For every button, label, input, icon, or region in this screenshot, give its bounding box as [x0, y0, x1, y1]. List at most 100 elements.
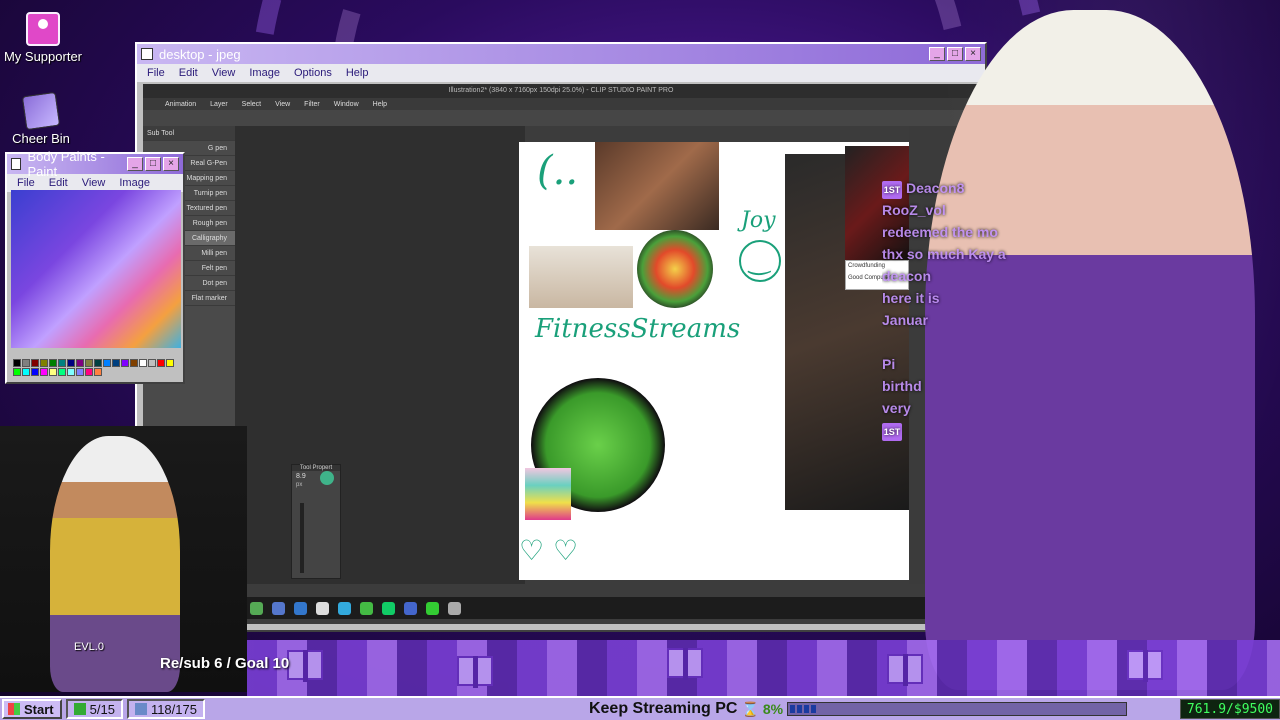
palette-swatch[interactable] — [67, 359, 75, 367]
game-icon[interactable] — [360, 601, 373, 615]
palette-swatch[interactable] — [76, 368, 84, 376]
palette-swatch[interactable] — [13, 368, 21, 376]
palette-swatch[interactable] — [157, 359, 165, 367]
smiley-icon: ‿ — [739, 240, 781, 282]
palette-swatch[interactable] — [94, 359, 102, 367]
palette-swatch[interactable] — [94, 368, 102, 376]
palette-swatch[interactable] — [49, 368, 57, 376]
palette-swatch[interactable] — [148, 359, 156, 367]
cheer-bin-shortcut[interactable]: Cheer Bin — [0, 91, 86, 146]
csp-menu-view[interactable]: View — [275, 101, 290, 108]
more-icon[interactable] — [448, 601, 461, 615]
shortcut-label: Cheer Bin — [12, 131, 70, 146]
spotify-icon[interactable] — [382, 601, 395, 615]
palette-swatch[interactable] — [40, 368, 48, 376]
palette-swatch[interactable] — [67, 368, 75, 376]
csp-menu-help[interactable]: Help — [373, 101, 387, 108]
menu-help[interactable]: Help — [346, 67, 369, 79]
canvas-scribble: (.. — [537, 148, 579, 194]
palette-swatch[interactable] — [40, 359, 48, 367]
photo-yoga — [529, 246, 633, 308]
minimize-button[interactable]: _ — [127, 157, 143, 171]
chat-line: very — [882, 400, 1022, 422]
sheet-icon[interactable] — [250, 601, 263, 615]
paint-menu-edit[interactable]: Edit — [49, 177, 68, 189]
csp-menu-layer[interactable]: Layer — [210, 101, 228, 108]
size-slider[interactable] — [300, 503, 304, 573]
chat-line: Januar — [882, 312, 1022, 334]
palette-swatch[interactable] — [121, 359, 129, 367]
palette-swatch[interactable] — [130, 359, 138, 367]
menu-options[interactable]: Options — [294, 67, 332, 79]
tool-property-popup[interactable]: Tool Propert 8.9 px — [291, 464, 341, 579]
palette-swatch[interactable] — [13, 359, 21, 367]
paint-icon — [11, 158, 22, 170]
maximize-button[interactable]: □ — [145, 157, 161, 171]
menu-view[interactable]: View — [212, 67, 236, 79]
photos-icon[interactable] — [294, 601, 307, 615]
money-counter: 761.9/$9500 — [1179, 699, 1280, 719]
subtool-header: Sub Tool — [143, 126, 235, 141]
paint-menu-view[interactable]: View — [82, 177, 106, 189]
gift-icon — [667, 648, 703, 680]
subs-counter: 5/15 — [65, 699, 123, 719]
chat-line: here it is — [882, 290, 1022, 312]
menu-file[interactable]: File — [147, 67, 165, 79]
obs-icon[interactable] — [316, 601, 329, 615]
paint-menu-file[interactable]: File — [17, 177, 35, 189]
palette-swatch[interactable] — [22, 359, 30, 367]
palette-swatch[interactable] — [112, 359, 120, 367]
shortcut-label: My Supporter — [3, 49, 83, 64]
palette-swatch[interactable] — [31, 368, 39, 376]
paint-menu-image[interactable]: Image — [119, 177, 150, 189]
chat-line: redeemed the mo — [882, 224, 1022, 246]
viewer-titlebar[interactable]: desktop - jpeg _ □ × — [137, 44, 985, 64]
color-palette — [13, 359, 179, 376]
palette-swatch[interactable] — [85, 368, 93, 376]
menu-edit[interactable]: Edit — [179, 67, 198, 79]
canvas-text-joy: Joy — [741, 208, 776, 233]
close-button[interactable]: × — [163, 157, 179, 171]
palette-swatch[interactable] — [76, 359, 84, 367]
start-button[interactable]: Start — [2, 699, 62, 719]
chat-line: Pi — [882, 356, 1022, 378]
paint-title: Body Paints - Paint — [27, 149, 105, 179]
stream-taskbar: Start 5/15 118/175 Keep Streaming PC ⌛ 8… — [0, 696, 1280, 720]
chat-text: Pi — [882, 356, 896, 372]
palette-swatch[interactable] — [22, 368, 30, 376]
menu-image[interactable]: Image — [249, 67, 280, 79]
viewer-image-area: Illustration2* (3840 x 7160px 150dpi 25.… — [143, 84, 979, 624]
palette-swatch[interactable] — [166, 359, 174, 367]
paint-window: Body Paints - Paint _ □ × File Edit View… — [5, 149, 185, 384]
palette-swatch[interactable] — [49, 359, 57, 367]
canvas-text-fitness: FitnessStreams — [535, 314, 741, 344]
sub-goal-label: Re/sub 6 / Goal 10 — [160, 655, 290, 672]
csp-menu-window[interactable]: Window — [334, 101, 359, 108]
drawing-canvas[interactable]: (.. Joy ‿ FitnessStreams Crowdfunding Go… — [519, 142, 909, 580]
palette-swatch[interactable] — [58, 359, 66, 367]
excel-icon[interactable] — [426, 601, 439, 615]
chat-text: redeemed the mo — [882, 224, 998, 240]
paint-titlebar[interactable]: Body Paints - Paint _ □ × — [7, 149, 183, 179]
palette-swatch[interactable] — [31, 359, 39, 367]
chat-text: here it is — [882, 290, 940, 306]
goal-progress-bar — [787, 702, 1128, 716]
settings-icon[interactable] — [338, 601, 351, 615]
first-badge-icon: 1ST — [882, 181, 902, 199]
palette-swatch[interactable] — [85, 359, 93, 367]
goal-percent: 8% — [762, 701, 784, 717]
chat-text: Januar — [882, 312, 928, 328]
palette-swatch[interactable] — [103, 359, 111, 367]
my-supporter-shortcut[interactable]: My Supporter — [0, 12, 88, 64]
discord-icon[interactable] — [272, 601, 285, 615]
progress-fill — [790, 705, 817, 713]
viewer-menubar: File Edit View Image Options Help — [137, 64, 985, 82]
gift-icon — [457, 656, 493, 688]
webcam-left — [0, 426, 247, 692]
photoshop-icon[interactable] — [404, 601, 417, 615]
csp-menu-filter[interactable]: Filter — [304, 101, 320, 108]
csp-menu-select[interactable]: Select — [242, 101, 261, 108]
csp-menu-animation[interactable]: Animation — [165, 101, 196, 108]
palette-swatch[interactable] — [139, 359, 147, 367]
palette-swatch[interactable] — [58, 368, 66, 376]
